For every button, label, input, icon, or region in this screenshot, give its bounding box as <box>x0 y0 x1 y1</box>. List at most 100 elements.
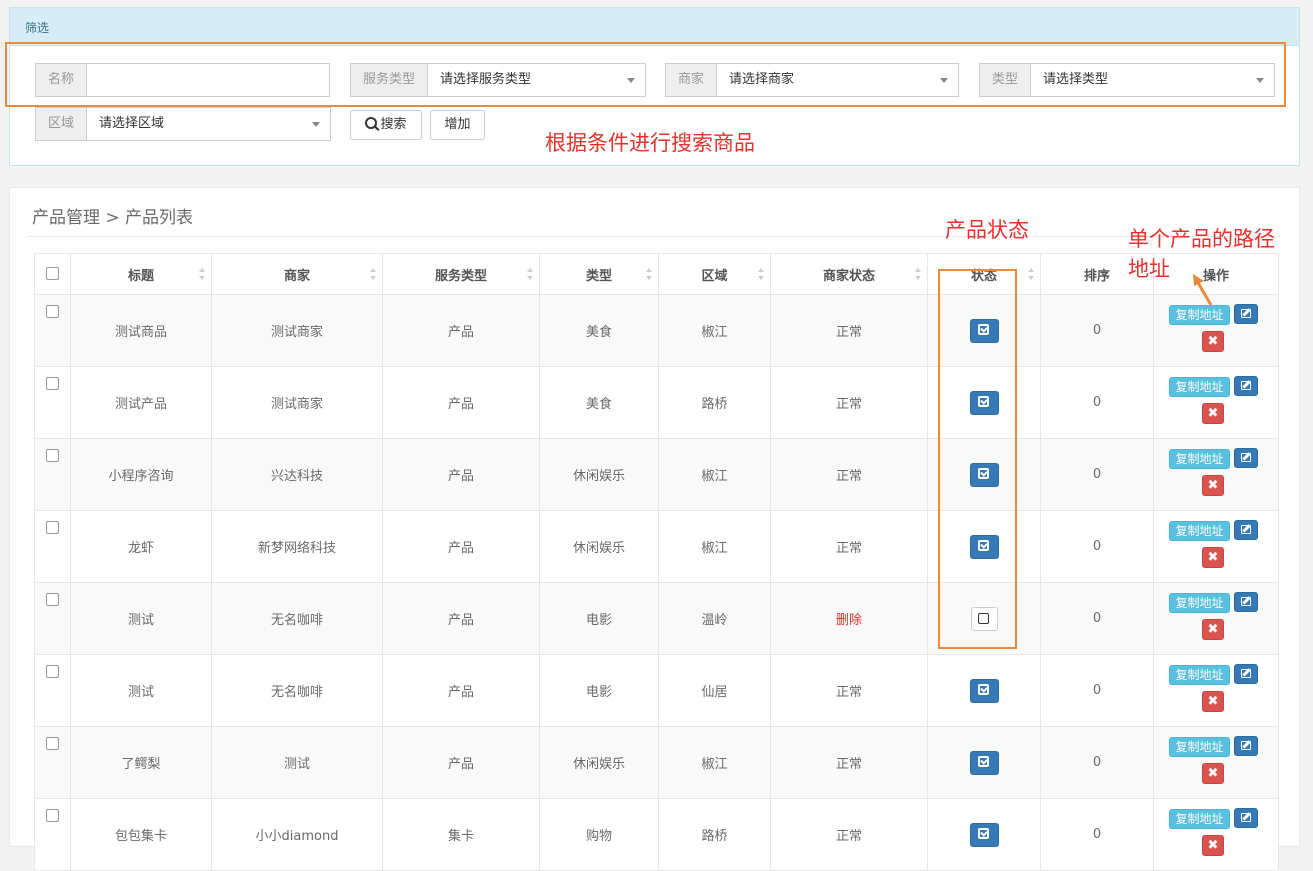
title-cell: 测试产品 <box>70 366 212 439</box>
edit-icon[interactable] <box>1234 736 1258 756</box>
row-actions: 复制地址 ✖ <box>1154 655 1278 726</box>
column-header-merchant[interactable]: 商家 <box>211 253 383 295</box>
caret-down-icon <box>312 122 320 127</box>
column-header-status[interactable]: 状态 <box>927 253 1041 295</box>
column-label: 区域 <box>701 268 728 284</box>
column-header-service-type[interactable]: 服务类型 <box>382 253 540 295</box>
status-annotation: 产品状态 <box>945 218 1029 242</box>
edit-icon[interactable] <box>1234 520 1258 540</box>
merchant-status-cell: 正常 <box>770 798 928 871</box>
type-cell: 休闲娱乐 <box>539 438 659 511</box>
edit-icon[interactable] <box>1234 304 1258 324</box>
region-cell: 椒江 <box>658 510 771 583</box>
table-row: 包包集卡 小小diamond 集卡 购物 路桥 正常 0 复制地址 ✖ <box>34 798 1279 871</box>
region-cell: 椒江 <box>658 438 771 511</box>
title-cell: 小程序咨询 <box>70 438 212 511</box>
merchant-select[interactable]: 请选择商家 <box>716 63 959 97</box>
row-actions: 复制地址 ✖ <box>1154 583 1278 654</box>
sort-icon <box>527 268 533 280</box>
type-select[interactable]: 请选择类型 <box>1030 63 1275 97</box>
copy-address-button[interactable]: 复制地址 <box>1169 449 1230 469</box>
delete-icon[interactable]: ✖ <box>1202 835 1224 856</box>
edit-icon[interactable] <box>1234 808 1258 828</box>
copy-address-button[interactable]: 复制地址 <box>1169 377 1230 397</box>
sort-cell: 0 <box>1040 726 1154 799</box>
column-header-title[interactable]: 标题 <box>70 253 212 295</box>
delete-icon[interactable]: ✖ <box>1202 763 1224 784</box>
row-checkbox[interactable] <box>46 449 59 462</box>
sort-cell: 0 <box>1040 654 1154 727</box>
table-header-row: 标题 商家 服务类型 类型 区域 商家状态 状态 排序 操作 <box>34 253 1279 295</box>
row-select-cell <box>34 366 71 439</box>
caret-down-icon <box>1256 78 1264 83</box>
edit-icon[interactable] <box>1234 664 1258 684</box>
column-header-merchant-status[interactable]: 商家状态 <box>770 253 928 295</box>
edit-icon[interactable] <box>1234 448 1258 468</box>
status-cell <box>927 726 1041 799</box>
delete-icon[interactable]: ✖ <box>1202 691 1224 712</box>
copy-address-button[interactable]: 复制地址 <box>1169 521 1230 541</box>
sort-icon <box>1028 268 1034 280</box>
copy-address-button[interactable]: 复制地址 <box>1169 809 1230 829</box>
search-annotation: 根据条件进行搜索商品 <box>545 131 755 155</box>
caret-down-icon <box>627 78 635 83</box>
region-placeholder: 请选择区域 <box>99 116 165 131</box>
edit-icon[interactable] <box>1234 376 1258 396</box>
row-checkbox[interactable] <box>46 377 59 390</box>
title-cell: 龙虾 <box>70 510 212 583</box>
status-toggle-checked-icon[interactable] <box>969 678 999 703</box>
column-header-type[interactable]: 类型 <box>539 253 659 295</box>
status-toggle-checked-icon[interactable] <box>969 534 999 559</box>
add-button[interactable]: 增加 <box>430 110 485 140</box>
row-select-cell <box>34 294 71 367</box>
status-toggle-unchecked-icon[interactable] <box>970 606 998 631</box>
merchant-status-text: 正常 <box>835 397 862 412</box>
title-cell: 测试商品 <box>70 294 212 367</box>
merchant-filter: 商家 请选择商家 <box>665 63 959 97</box>
merchant-cell: 测试 <box>211 726 383 799</box>
merchant-status-cell: 正常 <box>770 654 928 727</box>
service-type-cell: 产品 <box>382 582 540 655</box>
breadcrumb-divider <box>28 236 1281 237</box>
row-select-cell <box>34 510 71 583</box>
row-checkbox[interactable] <box>46 305 59 318</box>
name-input[interactable] <box>86 63 330 97</box>
column-label: 排序 <box>1083 268 1110 284</box>
row-checkbox[interactable] <box>46 521 59 534</box>
column-label: 服务类型 <box>434 268 487 284</box>
delete-icon[interactable]: ✖ <box>1202 475 1224 496</box>
delete-icon[interactable]: ✖ <box>1202 619 1224 640</box>
row-checkbox[interactable] <box>46 665 59 678</box>
caret-down-icon <box>940 78 948 83</box>
status-toggle-checked-icon[interactable] <box>969 822 999 847</box>
copy-address-button[interactable]: 复制地址 <box>1169 593 1230 613</box>
service-type-select[interactable]: 请选择服务类型 <box>427 63 646 97</box>
service-type-cell: 产品 <box>382 366 540 439</box>
sort-icon <box>646 268 652 280</box>
status-toggle-checked-icon[interactable] <box>969 318 999 343</box>
merchant-cell: 新梦网络科技 <box>211 510 383 583</box>
row-checkbox[interactable] <box>46 809 59 822</box>
column-header-region[interactable]: 区域 <box>658 253 771 295</box>
row-checkbox[interactable] <box>46 737 59 750</box>
status-toggle-checked-icon[interactable] <box>969 750 999 775</box>
service-type-label: 服务类型 <box>350 63 428 97</box>
merchant-status-text: 正常 <box>835 685 862 700</box>
edit-icon[interactable] <box>1234 592 1258 612</box>
merchant-cell: 无名咖啡 <box>211 654 383 727</box>
select-all-checkbox[interactable] <box>46 267 59 280</box>
row-checkbox[interactable] <box>46 593 59 606</box>
status-toggle-checked-icon[interactable] <box>969 462 999 487</box>
delete-icon[interactable]: ✖ <box>1202 403 1224 424</box>
copy-address-button[interactable]: 复制地址 <box>1169 665 1230 685</box>
region-select[interactable]: 请选择区域 <box>86 107 331 141</box>
delete-icon[interactable]: ✖ <box>1202 547 1224 568</box>
merchant-status-text: 正常 <box>835 829 862 844</box>
status-toggle-checked-icon[interactable] <box>969 390 999 415</box>
sort-cell: 0 <box>1040 510 1154 583</box>
status-cell <box>927 294 1041 367</box>
delete-icon[interactable]: ✖ <box>1202 331 1224 352</box>
copy-address-button[interactable]: 复制地址 <box>1169 737 1230 757</box>
search-button[interactable]: 搜索 <box>350 110 422 140</box>
actions-cell: 复制地址 ✖ <box>1153 438 1279 511</box>
